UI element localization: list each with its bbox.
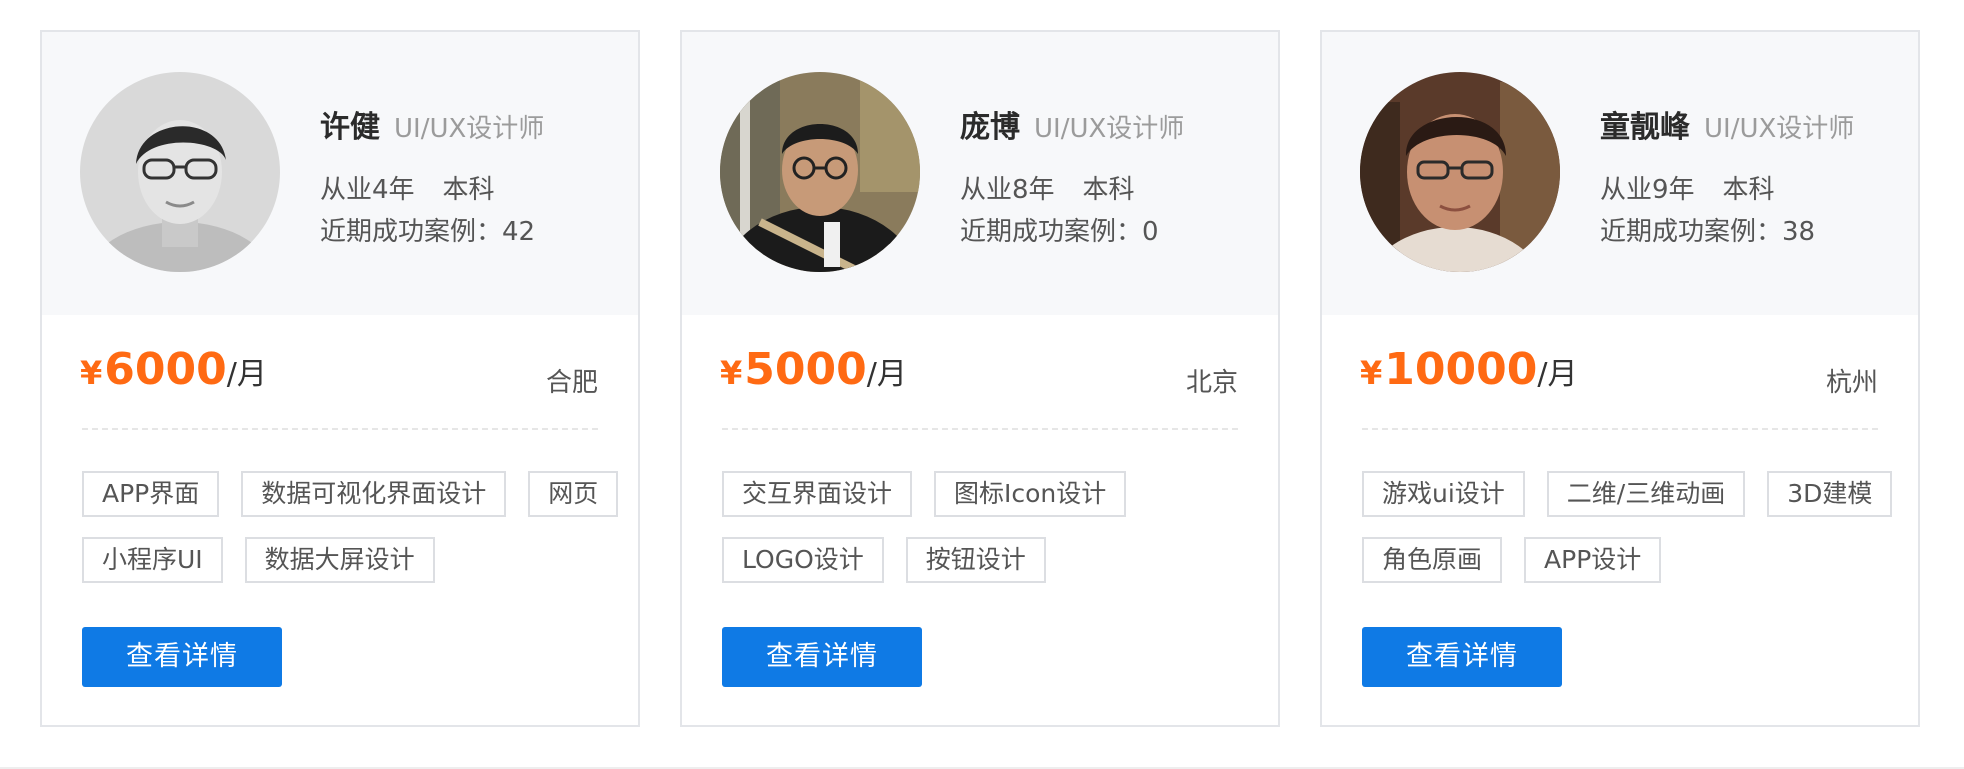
success-cases: 近期成功案例：38	[1600, 217, 1816, 247]
skill-tag[interactable]: 游戏ui设计	[1362, 471, 1525, 517]
name-row: 童靓峰 UI/UX设计师	[1600, 102, 1854, 146]
card-header: 童靓峰 UI/UX设计师 从业9年 本科 近期成功案例：38	[1322, 32, 1918, 315]
experience: 从业9年	[1600, 175, 1695, 205]
skill-tag[interactable]: APP设计	[1524, 537, 1662, 583]
designer-role: UI/UX设计师	[1704, 114, 1855, 144]
price-unit: /月	[226, 357, 267, 392]
dashed-divider	[722, 428, 1238, 430]
designer-role: UI/UX设计师	[1034, 114, 1185, 144]
avatar-photo	[720, 72, 920, 272]
skill-tag[interactable]: 3D建模	[1767, 471, 1893, 517]
skill-tag[interactable]: 图标Icon设计	[934, 471, 1127, 517]
currency-symbol: ¥	[720, 354, 743, 392]
view-details-button[interactable]: 查看详情	[722, 627, 922, 687]
avatar[interactable]	[720, 72, 920, 272]
experience-line: 从业9年 本科	[1600, 169, 1775, 206]
avatar-photo	[1360, 72, 1560, 272]
name-row: 庞博 UI/UX设计师	[960, 102, 1184, 146]
skill-tags: 游戏ui设计 二维/三维动画 3D建模 角色原画 APP设计	[1362, 471, 1902, 583]
designer-card: 庞博 UI/UX设计师 从业8年 本科 近期成功案例：0 ¥5000/月 北京 交互…	[680, 30, 1280, 727]
experience: 从业8年	[960, 175, 1055, 205]
city: 合肥	[545, 368, 598, 398]
designer-card-grid: 许健 UI/UX设计师 从业4年 本科 近期成功案例：42 ¥6000/月 合肥 A…	[0, 0, 1964, 769]
card-header: 庞博 UI/UX设计师 从业8年 本科 近期成功案例：0	[682, 32, 1278, 315]
education: 本科	[1082, 175, 1135, 205]
skill-tag[interactable]: 数据大屏设计	[244, 537, 435, 583]
education: 本科	[442, 175, 495, 205]
price-unit: /月	[1537, 357, 1578, 392]
dashed-divider	[82, 428, 598, 430]
skill-tag[interactable]: 二维/三维动画	[1546, 471, 1746, 517]
designer-card: 许健 UI/UX设计师 从业4年 本科 近期成功案例：42 ¥6000/月 合肥 A…	[40, 30, 640, 727]
designer-card: 童靓峰 UI/UX设计师 从业9年 本科 近期成功案例：38 ¥10000/月 杭州…	[1320, 30, 1920, 727]
avatar[interactable]	[1360, 72, 1560, 272]
skill-tag[interactable]: LOGO设计	[722, 537, 884, 583]
price-row: ¥6000/月	[80, 344, 267, 395]
success-cases: 近期成功案例：0	[960, 217, 1159, 247]
avatar-photo	[80, 72, 280, 272]
view-details-button[interactable]: 查看详情	[1362, 627, 1562, 687]
skill-tag[interactable]: 交互界面设计	[722, 471, 913, 517]
designer-role: UI/UX设计师	[394, 114, 545, 144]
price-row: ¥10000/月	[1360, 344, 1577, 395]
experience: 从业4年	[320, 175, 415, 205]
skill-tags: 交互界面设计 图标Icon设计 LOGO设计 按钮设计	[722, 471, 1262, 583]
experience-line: 从业4年 本科	[320, 169, 495, 206]
name-row: 许健 UI/UX设计师	[320, 102, 544, 146]
card-header: 许健 UI/UX设计师 从业4年 本科 近期成功案例：42	[42, 32, 638, 315]
monthly-price: 5000	[744, 344, 867, 395]
city: 杭州	[1825, 368, 1878, 398]
designer-name: 童靓峰	[1600, 110, 1690, 145]
skill-tag[interactable]: 角色原画	[1362, 537, 1503, 583]
success-cases: 近期成功案例：42	[320, 217, 536, 247]
view-details-button[interactable]: 查看详情	[82, 627, 282, 687]
skill-tag[interactable]: 按钮设计	[905, 537, 1046, 583]
currency-symbol: ¥	[1360, 354, 1383, 392]
monthly-price: 6000	[104, 344, 227, 395]
dashed-divider	[1362, 428, 1878, 430]
avatar[interactable]	[80, 72, 280, 272]
education: 本科	[1722, 175, 1775, 205]
experience-line: 从业8年 本科	[960, 169, 1135, 206]
city: 北京	[1185, 368, 1238, 398]
designer-name: 许健	[320, 110, 380, 145]
designer-name: 庞博	[960, 110, 1020, 145]
skill-tag[interactable]: 网页	[528, 471, 619, 517]
monthly-price: 10000	[1384, 344, 1538, 395]
skill-tags: APP界面 数据可视化界面设计 网页 小程序UI 数据大屏设计	[82, 471, 622, 583]
skill-tag[interactable]: 数据可视化界面设计	[241, 471, 507, 517]
price-row: ¥5000/月	[720, 344, 907, 395]
price-unit: /月	[866, 357, 907, 392]
skill-tag[interactable]: APP界面	[82, 471, 220, 517]
skill-tag[interactable]: 小程序UI	[82, 537, 223, 583]
currency-symbol: ¥	[80, 354, 103, 392]
